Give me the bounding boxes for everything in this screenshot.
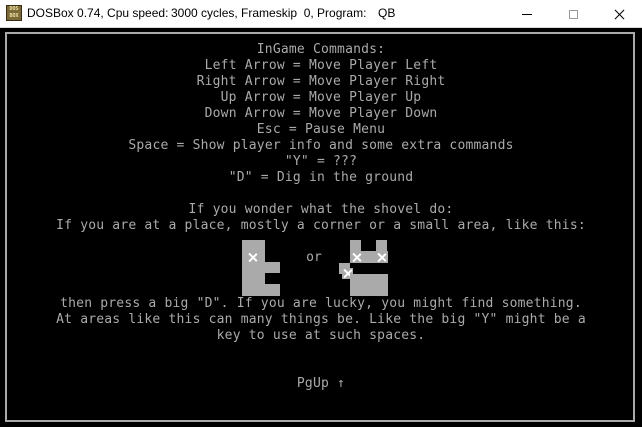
command-line-down: Down Arrow = Move Player Down: [204, 106, 438, 121]
maximize-button[interactable]: [550, 0, 596, 28]
commands-heading: InGame Commands:: [256, 42, 386, 57]
title-bar: DOS BOX DOSBox 0.74, Cpu speed: 3000 cyc…: [0, 0, 642, 28]
dig-areas-note: At areas like this can many things be. L…: [56, 312, 586, 327]
area-wall-top-right: [376, 240, 387, 251]
command-line-up: Up Arrow = Move Player Up: [220, 90, 422, 105]
area-wall-top-left: [350, 240, 361, 251]
dig-instruction: then press a big "D". If you are lucky, …: [60, 296, 582, 311]
close-icon: [614, 9, 625, 20]
dosbox-app-icon: DOS BOX: [6, 5, 22, 21]
command-line-esc: Esc = Pause Menu: [256, 122, 386, 137]
area-wall-bottom: [350, 274, 388, 296]
command-line-space: Space = Show player info and some extra …: [128, 138, 514, 153]
command-line-d: "D" = Dig in the ground: [228, 170, 414, 185]
window-title-program: QB: [378, 6, 396, 20]
corner-wall-bottom: [242, 284, 280, 296]
dig-spot-marker: [247, 252, 258, 263]
or-label: or: [306, 250, 322, 265]
key-use-note: key to use at such spaces.: [216, 328, 426, 343]
dig-spot-marker: [376, 252, 387, 263]
command-line-left: Left Arrow = Move Player Left: [204, 58, 438, 73]
close-button[interactable]: [596, 0, 642, 28]
maximize-icon: [568, 9, 578, 19]
command-line-right: Right Arrow = Move Player Right: [196, 74, 446, 89]
corner-wall-notch: [265, 262, 280, 273]
shovel-explanation: If you are at a place, mostly a corner o…: [56, 218, 586, 233]
minimize-button[interactable]: [504, 0, 550, 28]
window-title-app: DOSBox 0.74, Cpu speed:: [27, 6, 169, 20]
command-line-y: "Y" = ???: [284, 154, 358, 169]
dos-screen[interactable]: InGame Commands: Left Arrow = Move Playe…: [0, 28, 642, 427]
shovel-heading: If you wonder what the shovel do:: [188, 202, 454, 217]
dig-spot-marker: [351, 252, 362, 263]
page-up-hint: PgUp ↑: [296, 376, 346, 391]
minimize-icon: [522, 13, 532, 15]
window-title-cycles: 3000 cycles, Frameskip 0, Program:: [171, 6, 367, 20]
